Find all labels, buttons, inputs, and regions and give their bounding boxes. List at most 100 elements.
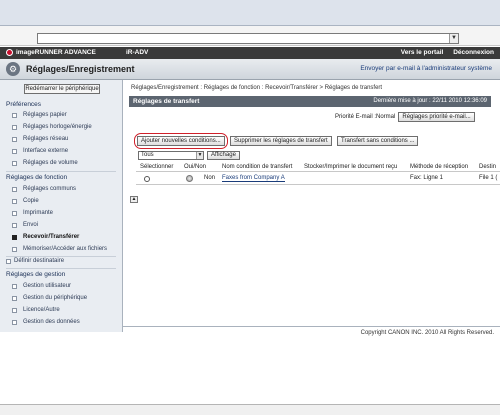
display-button[interactable]: Affichage xyxy=(207,151,240,160)
sidebar-item-label: Réglages horloge/énergie xyxy=(23,124,92,130)
column-header: Nom condition de transfert xyxy=(222,164,293,170)
sidebar-item-label: Réglages communs xyxy=(23,186,77,192)
logout-link[interactable]: Déconnexion xyxy=(453,49,494,56)
sidebar-item-timer-energy[interactable]: Réglages horloge/énergie xyxy=(12,124,92,130)
portal-link[interactable]: Vers le portail xyxy=(401,49,444,56)
address-bar[interactable]: ▼ xyxy=(37,33,459,44)
sidebar-divider xyxy=(6,268,116,269)
sidebar-item-network[interactable]: Réglages réseau xyxy=(12,136,68,142)
condition-name-link[interactable]: Faxes from Company A xyxy=(222,175,285,182)
browser-titlebar xyxy=(0,0,500,12)
sidebar-item-label: Mémoriser/Accéder aux fichiers xyxy=(23,246,108,252)
sidebar-item-store-access[interactable]: Mémoriser/Accéder aux fichiers xyxy=(12,246,107,252)
brand: imageRUNNER ADVANCE xyxy=(6,49,96,56)
sidebar-section-management[interactable]: Réglages de gestion xyxy=(6,271,65,278)
sidebar-item-receive-forward[interactable]: Recevoir/Transférer xyxy=(12,234,79,240)
sidebar-item-label: Définir destinataire xyxy=(14,258,65,264)
scroll-top-icon[interactable]: ▲ xyxy=(130,196,138,203)
toggle-enable-icon[interactable] xyxy=(186,175,193,182)
bullet-icon xyxy=(12,283,17,289)
sidebar-item-label: Envoi xyxy=(23,222,39,228)
email-admin-link[interactable]: Envoyer par e-mail à l'administrateur sy… xyxy=(360,65,492,72)
delete-forward-settings-button[interactable]: Supprimer les réglages de transfert xyxy=(230,136,332,146)
sidebar-item-volume[interactable]: Réglages de volume xyxy=(12,160,78,166)
bullet-icon xyxy=(12,319,17,325)
chevron-down-icon: ▼ xyxy=(196,152,203,159)
bullet-icon xyxy=(12,295,17,301)
sidebar-item-send[interactable]: Envoi xyxy=(12,222,38,228)
brand-name: imageRUNNER ADVANCE xyxy=(16,49,96,56)
bullet-icon xyxy=(12,246,17,252)
copyright: Copyright CANON INC. 2010 All Rights Res… xyxy=(360,330,494,336)
bullet-icon xyxy=(12,148,17,154)
sidebar: Redémarrer le périphérique Préférences R… xyxy=(0,80,123,332)
sidebar-item-label: Gestion du périphérique xyxy=(23,295,88,301)
address-dropdown-icon[interactable]: ▼ xyxy=(449,34,458,43)
breadcrumb: Réglages/Enregistrement : Réglages de fo… xyxy=(131,85,383,91)
sidebar-item-data-management[interactable]: Gestion des données xyxy=(12,319,80,325)
bullet-icon xyxy=(12,186,17,192)
bullet-icon xyxy=(12,198,17,204)
bullet-icon xyxy=(12,136,17,142)
priority-row: Priorité E-mail : Normal Réglages priori… xyxy=(335,112,475,122)
restart-device-button[interactable]: Redémarrer le périphérique xyxy=(24,84,100,94)
title-bar: ⚙ Réglages/Enregistrement Envoyer par e-… xyxy=(0,59,500,80)
column-header: Oui/Non xyxy=(184,164,207,170)
select-radio[interactable] xyxy=(144,176,150,182)
column-header: Méthode de réception xyxy=(410,164,469,170)
filter-value: Tous xyxy=(141,152,154,158)
sidebar-item-label: Gestion utilisateur xyxy=(23,283,72,289)
panel-title: Réglages de transfert xyxy=(133,98,200,105)
bullet-icon xyxy=(12,112,17,118)
priority-label: Priorité E-mail : xyxy=(335,114,377,120)
sidebar-item-copy[interactable]: Copie xyxy=(12,198,39,204)
bullet-icon xyxy=(6,258,11,264)
column-header: Stocker/Imprimer le document reçu xyxy=(304,164,398,170)
sidebar-item-external-interface[interactable]: Interface externe xyxy=(12,148,68,154)
sidebar-item-label: Interface externe xyxy=(23,148,69,154)
bullet-icon xyxy=(12,234,17,240)
sidebar-item-label: Réglages de volume xyxy=(23,160,78,166)
sidebar-item-common[interactable]: Réglages communs xyxy=(12,186,76,192)
sidebar-item-label: Recevoir/Transférer xyxy=(23,234,80,240)
header-links: Vers le portail Déconnexion xyxy=(393,49,494,56)
sidebar-item-label: Imprimante xyxy=(23,210,54,216)
filter-select[interactable]: Tous ▼ xyxy=(138,151,204,160)
column-header: Sélectionner xyxy=(140,164,174,170)
sidebar-item-user-management[interactable]: Gestion utilisateur xyxy=(12,283,71,289)
sidebar-item-label: Gestion des données xyxy=(23,319,80,325)
sidebar-item-label: Réglages papier xyxy=(23,112,67,118)
app-header: imageRUNNER ADVANCE iR-ADV Vers le porta… xyxy=(0,47,500,59)
panel-header: Réglages de transfert Dernière mise à jo… xyxy=(129,96,491,107)
table-row: Non Faxes from Company A Fax: Ligne 1 Fi… xyxy=(136,173,500,185)
column-header: Destin xyxy=(479,164,497,170)
enabled-status: Non xyxy=(204,175,216,181)
bullet-icon xyxy=(12,222,17,228)
sidebar-item-label: Copie xyxy=(23,198,39,204)
sidebar-item-label: Réglages réseau xyxy=(23,136,69,142)
browser-status-bar xyxy=(0,404,500,415)
email-priority-button[interactable]: Réglages priorité e-mail... xyxy=(398,112,475,122)
bullet-icon xyxy=(12,307,17,313)
reception-method: Fax: Ligne 1 xyxy=(410,175,444,181)
destination: File 1 ( xyxy=(479,175,498,181)
last-update: Dernière mise à jour : 22/11 2010 12:36:… xyxy=(373,98,487,104)
sidebar-item-paper[interactable]: Réglages papier xyxy=(12,112,67,118)
sidebar-item-printer[interactable]: Imprimante xyxy=(12,210,53,216)
bullet-icon xyxy=(12,210,17,216)
sidebar-divider xyxy=(6,256,116,257)
sidebar-section-functions[interactable]: Réglages de fonction xyxy=(6,174,67,181)
sidebar-item-license[interactable]: Licence/Autre xyxy=(12,307,60,313)
sidebar-item-label: Licence/Autre xyxy=(23,307,60,313)
add-conditions-button[interactable]: Ajouter nouvelles conditions... xyxy=(137,136,225,146)
priority-value: Normal xyxy=(376,114,396,120)
sidebar-item-device-management[interactable]: Gestion du périphérique xyxy=(12,295,87,301)
browser-tabbar xyxy=(0,12,500,26)
canon-logo-icon xyxy=(6,49,13,56)
sidebar-divider xyxy=(6,171,116,172)
sidebar-item-destination[interactable]: Définir destinataire xyxy=(6,258,64,264)
sidebar-section-preferences[interactable]: Préférences xyxy=(6,101,41,108)
footer-divider xyxy=(123,326,500,327)
bullet-icon xyxy=(12,124,17,130)
unconditional-forward-button[interactable]: Transfert sans conditions ... xyxy=(337,136,419,146)
